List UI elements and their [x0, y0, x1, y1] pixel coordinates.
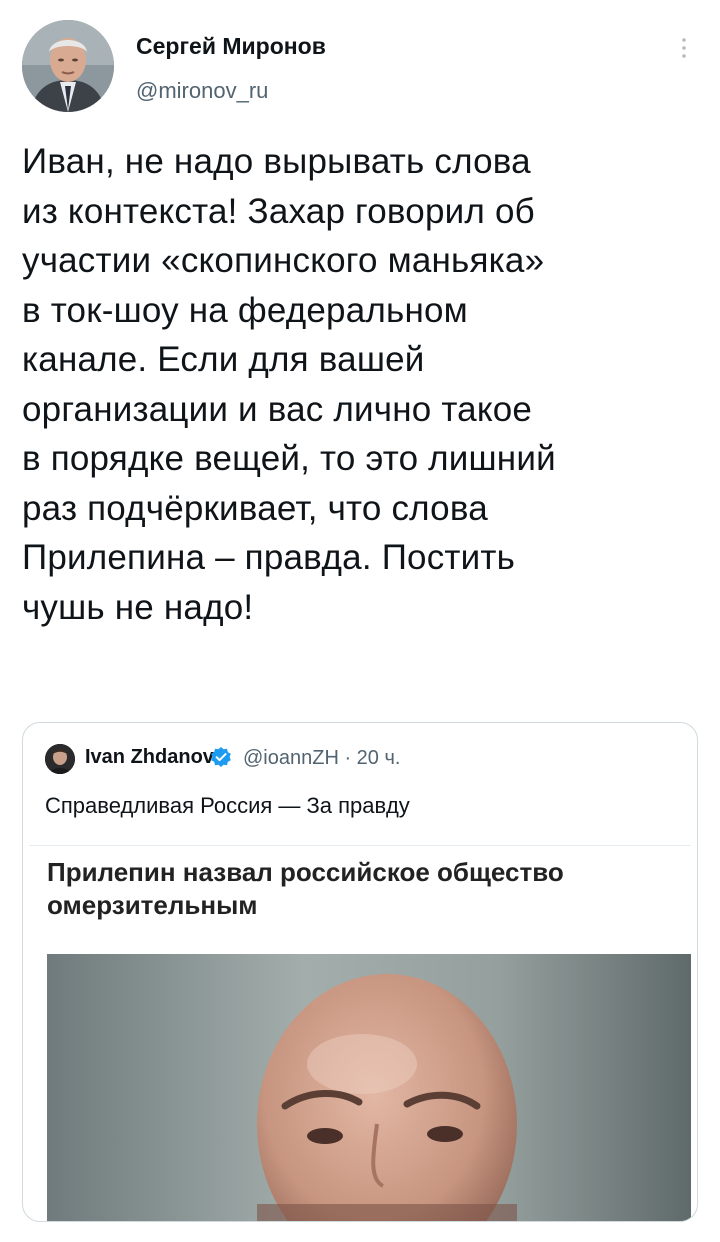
tweet-text-line: канале. Если для вашей: [22, 340, 425, 379]
article-headline-line: Прилепин назвал российское общество: [47, 857, 564, 887]
article-photo-image: [47, 954, 691, 1221]
quoted-author-name[interactable]: Ivan Zhdanov: [85, 746, 214, 769]
author-avatar-image: [22, 20, 114, 112]
article-photo: [47, 954, 691, 1221]
article-preview[interactable]: Прилепин назвал российское общество омер…: [29, 845, 691, 1221]
tweet-text: Иван, не надо вырывать слова из контекст…: [22, 137, 702, 632]
tweet-text-line: в ток-шоу на федеральном: [22, 290, 468, 330]
tweet-text-line: организации и вас лично такое: [22, 389, 533, 429]
quoted-tweet-card[interactable]: Ivan Zhdanov @ioannZH · 20 ч. Справедлив…: [22, 722, 698, 1222]
quoted-avatar-image: [45, 744, 75, 774]
tweet-header: Сергей Миронов @mironov_ru: [0, 0, 720, 130]
verified-badge-icon: [211, 747, 231, 767]
tweet-text-line: участии «скопинского маньяка»: [22, 241, 545, 280]
tweet-text-line: Иван, не надо вырывать слова: [22, 142, 531, 181]
tweet-text-line: в порядке вещей, то это лишний: [22, 439, 556, 478]
author-name[interactable]: Сергей Миронов: [136, 33, 326, 60]
quoted-handle-time[interactable]: @ioannZH · 20 ч.: [243, 747, 400, 770]
quoted-author-avatar[interactable]: [45, 744, 75, 774]
article-headline-line: омерзительным: [47, 890, 258, 920]
quoted-tweet-text: Справедливая Россия — За правду: [45, 793, 410, 818]
more-vertical-icon[interactable]: [678, 36, 690, 60]
tweet-text-line: чушь не надо!: [22, 587, 254, 627]
tweet-text-line: раз подчёркивает, что слова: [22, 488, 488, 528]
author-avatar[interactable]: [22, 20, 114, 112]
author-handle[interactable]: @mironov_ru: [136, 78, 268, 104]
article-headline: Прилепин назвал российское общество омер…: [47, 856, 667, 922]
tweet-text-line: Прилепина – правда. Постить: [22, 538, 516, 577]
tweet-text-line: из контекста! Захар говорил об: [22, 191, 535, 231]
